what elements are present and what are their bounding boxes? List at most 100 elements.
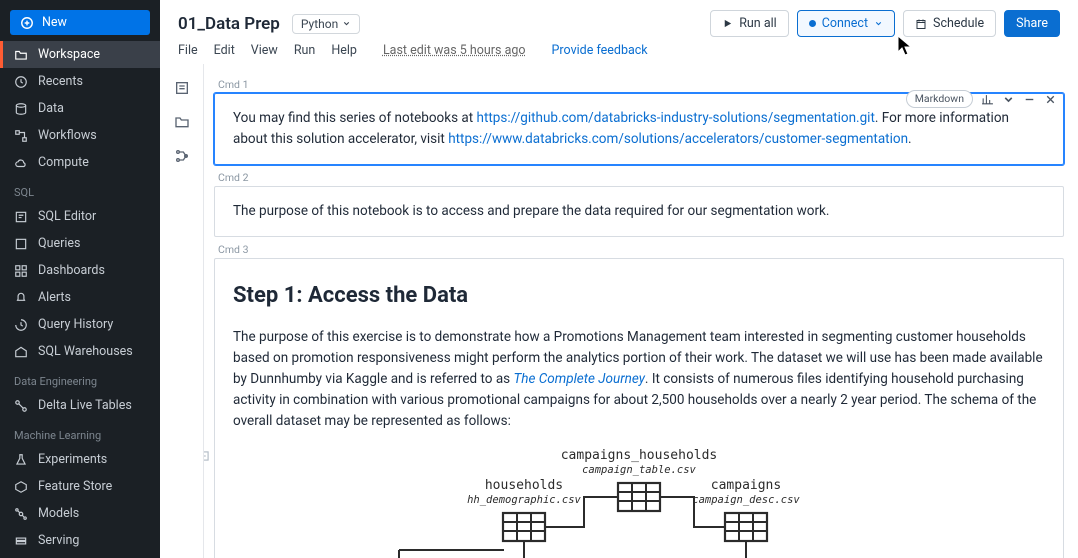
cmd-label: Cmd 3 <box>218 243 1064 256</box>
cell-2[interactable]: The purpose of this notebook is to acces… <box>214 186 1064 237</box>
dashboard-icon <box>14 264 28 278</box>
language-selector[interactable]: Python <box>292 14 360 34</box>
menu-help[interactable]: Help <box>331 43 357 58</box>
editor-icon <box>14 210 28 224</box>
sidebar-item-compute[interactable]: Compute <box>0 149 160 176</box>
sidebar-item-queries[interactable]: Queries <box>0 230 160 257</box>
sidebar-item-feature-store[interactable]: Feature Store <box>0 473 160 500</box>
new-label: New <box>42 15 67 30</box>
schedule-button[interactable]: Schedule <box>903 10 996 37</box>
sidebar-item-sql-warehouses[interactable]: SQL Warehouses <box>0 338 160 365</box>
sidebar-item-alerts[interactable]: Alerts <box>0 284 160 311</box>
schema-icon[interactable] <box>174 148 190 164</box>
cell-3[interactable]: Step 1: Access the Data The purpose of t… <box>214 258 1064 558</box>
diag-label: campaigns <box>711 478 781 493</box>
flask-icon <box>14 453 28 467</box>
sidebar-item-label: Workspace <box>38 47 100 62</box>
diag-sublabel: campaign_desc.csv <box>692 494 800 506</box>
share-label: Share <box>1016 16 1048 31</box>
close-icon[interactable] <box>1044 93 1057 106</box>
cell-text: You may find this series of notebooks at <box>233 110 477 126</box>
menu-view[interactable]: View <box>251 43 278 58</box>
menu-run[interactable]: Run <box>294 43 316 58</box>
run-all-button[interactable]: Run all <box>710 10 788 37</box>
cloud-icon <box>14 156 28 170</box>
link-github[interactable]: https://github.com/databricks-industry-s… <box>477 110 875 126</box>
sidebar-item-models[interactable]: Models <box>0 500 160 527</box>
diag-label: households <box>485 478 563 493</box>
schema-diagram: campaigns_households campaign_table.csv … <box>314 445 964 558</box>
queries-icon <box>14 237 28 251</box>
chevron-down-icon <box>342 19 351 28</box>
folder-icon[interactable] <box>174 114 190 130</box>
menu-file[interactable]: File <box>178 43 198 58</box>
provide-feedback-link[interactable]: Provide feedback <box>552 43 648 58</box>
sidebar-section-ml: Machine Learning <box>0 419 160 446</box>
clock-icon <box>14 75 28 89</box>
sidebar-item-label: Delta Live Tables <box>38 398 132 413</box>
connect-label: Connect <box>822 16 868 31</box>
sidebar-item-workflows[interactable]: Workflows <box>0 122 160 149</box>
sidebar-item-label: Data <box>38 101 64 116</box>
sidebar-item-dashboards[interactable]: Dashboards <box>0 257 160 284</box>
plus-circle-icon <box>20 16 34 30</box>
sidebar-item-label: Recents <box>38 74 83 89</box>
sidebar: New Workspace Recents Data Workflows Com… <box>0 0 160 558</box>
last-edit[interactable]: Last edit was 5 hours ago <box>383 43 526 58</box>
diag-sublabel: campaign_table.csv <box>582 464 696 476</box>
link-dataset[interactable]: The Complete Journey <box>514 371 645 387</box>
history-icon <box>14 318 28 332</box>
warehouse-icon <box>14 345 28 359</box>
sidebar-item-label: Workflows <box>38 128 97 143</box>
chevron-down-icon[interactable] <box>1002 93 1015 106</box>
play-icon <box>722 18 733 29</box>
sidebar-item-label: SQL Warehouses <box>38 344 133 359</box>
cell-text: The purpose of this notebook is to acces… <box>233 203 829 219</box>
database-icon <box>14 102 28 116</box>
sidebar-item-experiments[interactable]: Experiments <box>0 446 160 473</box>
sidebar-item-label: Compute <box>38 155 89 170</box>
sidebar-item-label: Serving <box>38 533 79 548</box>
sidebar-item-data[interactable]: Data <box>0 95 160 122</box>
status-dot-icon <box>809 20 816 27</box>
model-icon <box>14 507 28 521</box>
sidebar-item-label: SQL Editor <box>38 209 96 224</box>
collapse-icon[interactable] <box>204 449 211 463</box>
chart-icon[interactable] <box>981 93 994 106</box>
chevron-down-icon <box>874 19 883 28</box>
notebook-header: 01_Data Prep Python Run all Connect <box>160 0 1078 64</box>
outline-icon[interactable] <box>174 80 190 96</box>
menu-edit[interactable]: Edit <box>214 43 235 58</box>
bell-icon <box>14 291 28 305</box>
sidebar-item-workspace[interactable]: Workspace <box>0 41 160 68</box>
sidebar-item-query-history[interactable]: Query History <box>0 311 160 338</box>
share-button[interactable]: Share <box>1004 10 1060 37</box>
pipeline-icon <box>14 399 28 413</box>
cell-toolbar: Markdown <box>906 90 1057 108</box>
cells-container: Cmd 1 Markdown You may find this series … <box>204 64 1078 558</box>
new-button[interactable]: New <box>10 10 150 35</box>
minimize-icon[interactable] <box>1023 93 1036 106</box>
sidebar-item-sql-editor[interactable]: SQL Editor <box>0 203 160 230</box>
calendar-icon <box>915 18 927 30</box>
cell-type-pill[interactable]: Markdown <box>906 90 973 108</box>
cell-1[interactable]: Markdown You may find this series of not… <box>214 93 1064 165</box>
sidebar-item-label: Feature Store <box>38 479 112 494</box>
sidebar-item-delta-live[interactable]: Delta Live Tables <box>0 392 160 419</box>
sidebar-item-label: Experiments <box>38 452 107 467</box>
left-gutter <box>160 64 204 558</box>
cell-text: . <box>908 131 912 147</box>
sidebar-section-sql: SQL <box>0 176 160 203</box>
sidebar-item-recents[interactable]: Recents <box>0 68 160 95</box>
connect-button[interactable]: Connect <box>797 10 895 37</box>
sidebar-section-de: Data Engineering <box>0 365 160 392</box>
notebook-title[interactable]: 01_Data Prep <box>178 14 280 34</box>
language-label: Python <box>301 17 338 31</box>
schedule-label: Schedule <box>933 16 984 31</box>
serving-icon <box>14 534 28 548</box>
sidebar-item-serving[interactable]: Serving <box>0 527 160 554</box>
sidebar-item-label: Alerts <box>38 290 71 305</box>
sidebar-item-label: Query History <box>38 317 113 332</box>
link-accelerator[interactable]: https://www.databricks.com/solutions/acc… <box>448 131 908 147</box>
run-all-label: Run all <box>739 16 776 31</box>
